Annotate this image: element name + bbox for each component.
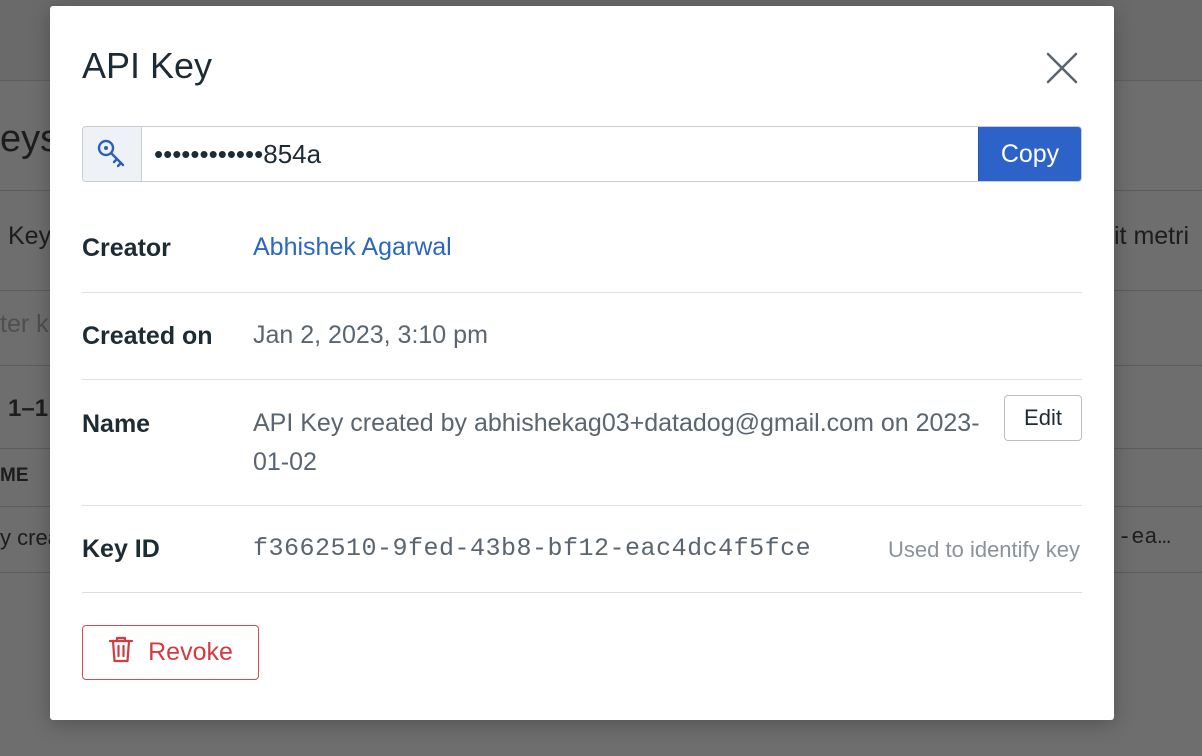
creator-value: Abhishek Agarwal: [253, 228, 452, 267]
name-label: Name: [82, 410, 151, 438]
edit-name-button[interactable]: Edit: [1004, 395, 1082, 441]
key-id-hint: Used to identify key: [888, 537, 1080, 562]
creator-link[interactable]: Abhishek Agarwal: [253, 233, 452, 261]
close-icon: [1042, 48, 1082, 88]
created-on-label: Created on: [82, 322, 213, 350]
creator-label: Creator: [82, 234, 171, 262]
copy-button[interactable]: Copy: [978, 127, 1081, 181]
key-icon: [83, 127, 142, 181]
key-id-row: Key ID f3662510-9fed-43b8-bf12-eac4dc4f5…: [82, 506, 1082, 593]
trash-icon: [108, 635, 134, 670]
background-right-fragment-2: -ea…: [1118, 525, 1171, 550]
api-key-modal: API Key Copy Creator: [50, 6, 1114, 720]
created-on-value: Jan 2, 2023, 3:10 pm: [253, 321, 488, 349]
api-key-input[interactable]: [142, 127, 978, 181]
created-on-row: Created on Jan 2, 2023, 3:10 pm: [82, 293, 1082, 380]
creator-row: Creator Abhishek Agarwal: [82, 204, 1082, 293]
background-column-fragment: ME: [0, 465, 29, 486]
background-key-fragment: Key: [8, 222, 52, 250]
key-id-value: f3662510-9fed-43b8-bf12-eac4dc4f5fce: [253, 534, 812, 563]
background-right-fragment-1: it metri: [1114, 222, 1189, 250]
revoke-label: Revoke: [148, 638, 233, 666]
api-key-field: Copy: [82, 126, 1082, 182]
key-id-label: Key ID: [82, 535, 160, 563]
background-range-fragment: 1–1: [8, 395, 49, 422]
name-row: Name API Key created by abhishekag03+dat…: [82, 380, 1082, 506]
modal-title: API Key: [82, 45, 213, 86]
close-button[interactable]: [1042, 48, 1082, 88]
background-filter-fragment: ter k: [0, 310, 49, 338]
name-value: API Key created by abhishekag03+datadog@…: [253, 409, 980, 476]
revoke-button[interactable]: Revoke: [82, 625, 259, 680]
